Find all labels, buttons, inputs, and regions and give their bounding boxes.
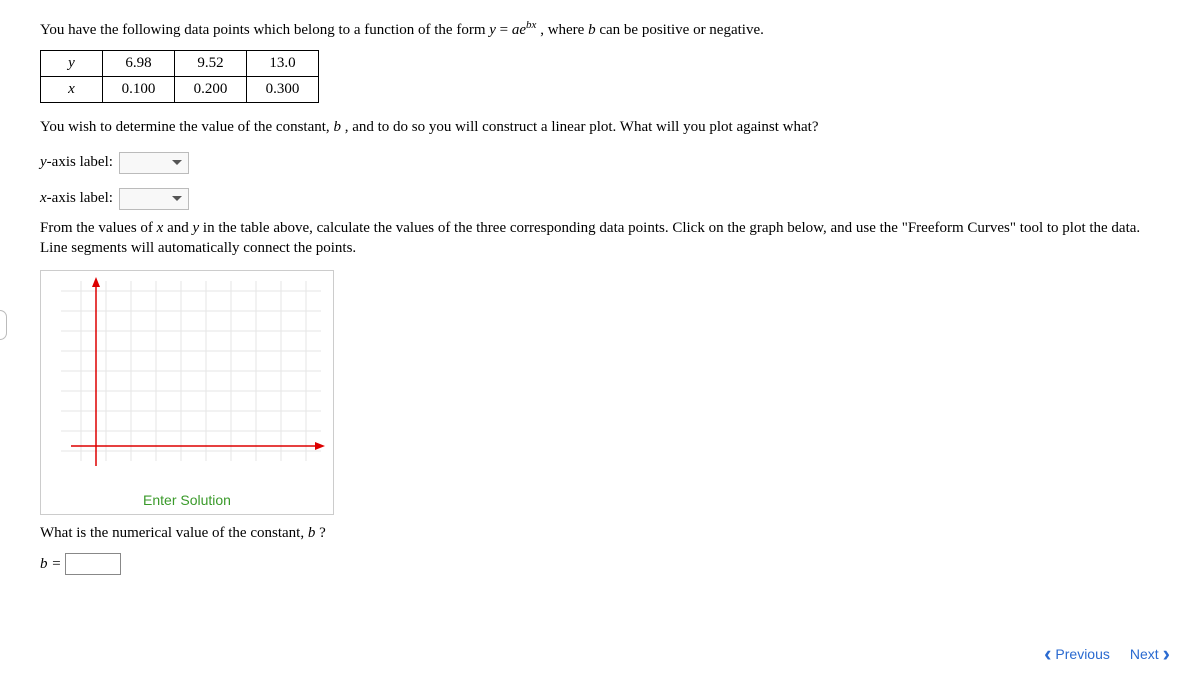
table-cell: 13.0 (247, 51, 319, 77)
y-axis-label: y-axis label: (40, 154, 113, 171)
table-cell: 0.200 (175, 77, 247, 103)
graph-panel[interactable]: Enter Solution (40, 270, 334, 515)
left-drawer-tab[interactable] (0, 310, 7, 340)
data-table: y 6.98 9.52 13.0 x 0.100 0.200 0.300 (40, 50, 319, 103)
table-header-x: x (41, 77, 103, 103)
chevron-down-icon (172, 196, 182, 201)
instruction-paragraph: You wish to determine the value of the c… (40, 117, 1160, 137)
final-question: What is the numerical value of the const… (40, 523, 1160, 543)
chevron-down-icon (172, 160, 182, 165)
enter-solution-button[interactable]: Enter Solution (41, 486, 333, 510)
x-axis-select[interactable] (119, 188, 189, 210)
variable-y: y (489, 22, 496, 38)
y-axis-arrow-icon (92, 277, 100, 287)
chevron-left-icon: ‹ (1044, 643, 1051, 665)
variable-y: y (40, 154, 47, 170)
variable-x: x (40, 190, 47, 206)
chevron-right-icon: › (1163, 643, 1170, 665)
previous-button[interactable]: ‹ Previous (1044, 643, 1110, 665)
text: and (167, 220, 192, 236)
table-cell: 0.300 (247, 77, 319, 103)
table-cell: 6.98 (103, 51, 175, 77)
text: , and to do so you will construct a line… (345, 119, 819, 135)
text: , where (540, 22, 588, 38)
variable-x: x (157, 220, 164, 236)
next-button[interactable]: Next › (1130, 643, 1170, 665)
text: From the values of (40, 220, 157, 236)
table-cell: 9.52 (175, 51, 247, 77)
graph-canvas[interactable] (41, 271, 331, 481)
previous-label: Previous (1055, 646, 1109, 662)
exponent-bx: bx (526, 19, 536, 31)
nav-bar: ‹ Previous Next › (1024, 643, 1170, 665)
intro-paragraph: You have the following data points which… (40, 18, 1160, 40)
text: = (500, 22, 512, 38)
text: -axis label: (47, 190, 113, 206)
text: in the table above, calculate the values… (40, 220, 1140, 256)
text: What is the numerical value of the const… (40, 525, 308, 541)
variable-b: b (308, 525, 316, 541)
x-axis-arrow-icon (315, 442, 325, 450)
y-axis-row: y-axis label: (40, 152, 1160, 174)
text: You wish to determine the value of the c… (40, 119, 333, 135)
variable-b: b (333, 119, 341, 135)
y-axis-select[interactable] (119, 152, 189, 174)
b-value-input[interactable] (65, 553, 121, 575)
graph-instruction-paragraph: From the values of x and y in the table … (40, 218, 1160, 259)
x-axis-row: x-axis label: (40, 188, 1160, 210)
table-cell: 0.100 (103, 77, 175, 103)
next-label: Next (1130, 646, 1159, 662)
b-equals-label: b = (40, 556, 61, 573)
variable-y: y (193, 220, 200, 236)
table-header-y: y (41, 51, 103, 77)
text: ? (319, 525, 326, 541)
text: can be positive or negative. (599, 22, 764, 38)
b-input-row: b = (40, 553, 1160, 575)
text: You have the following data points which… (40, 22, 489, 38)
variable-b: b (588, 22, 596, 38)
x-axis-label: x-axis label: (40, 190, 113, 207)
text: -axis label: (47, 154, 113, 170)
